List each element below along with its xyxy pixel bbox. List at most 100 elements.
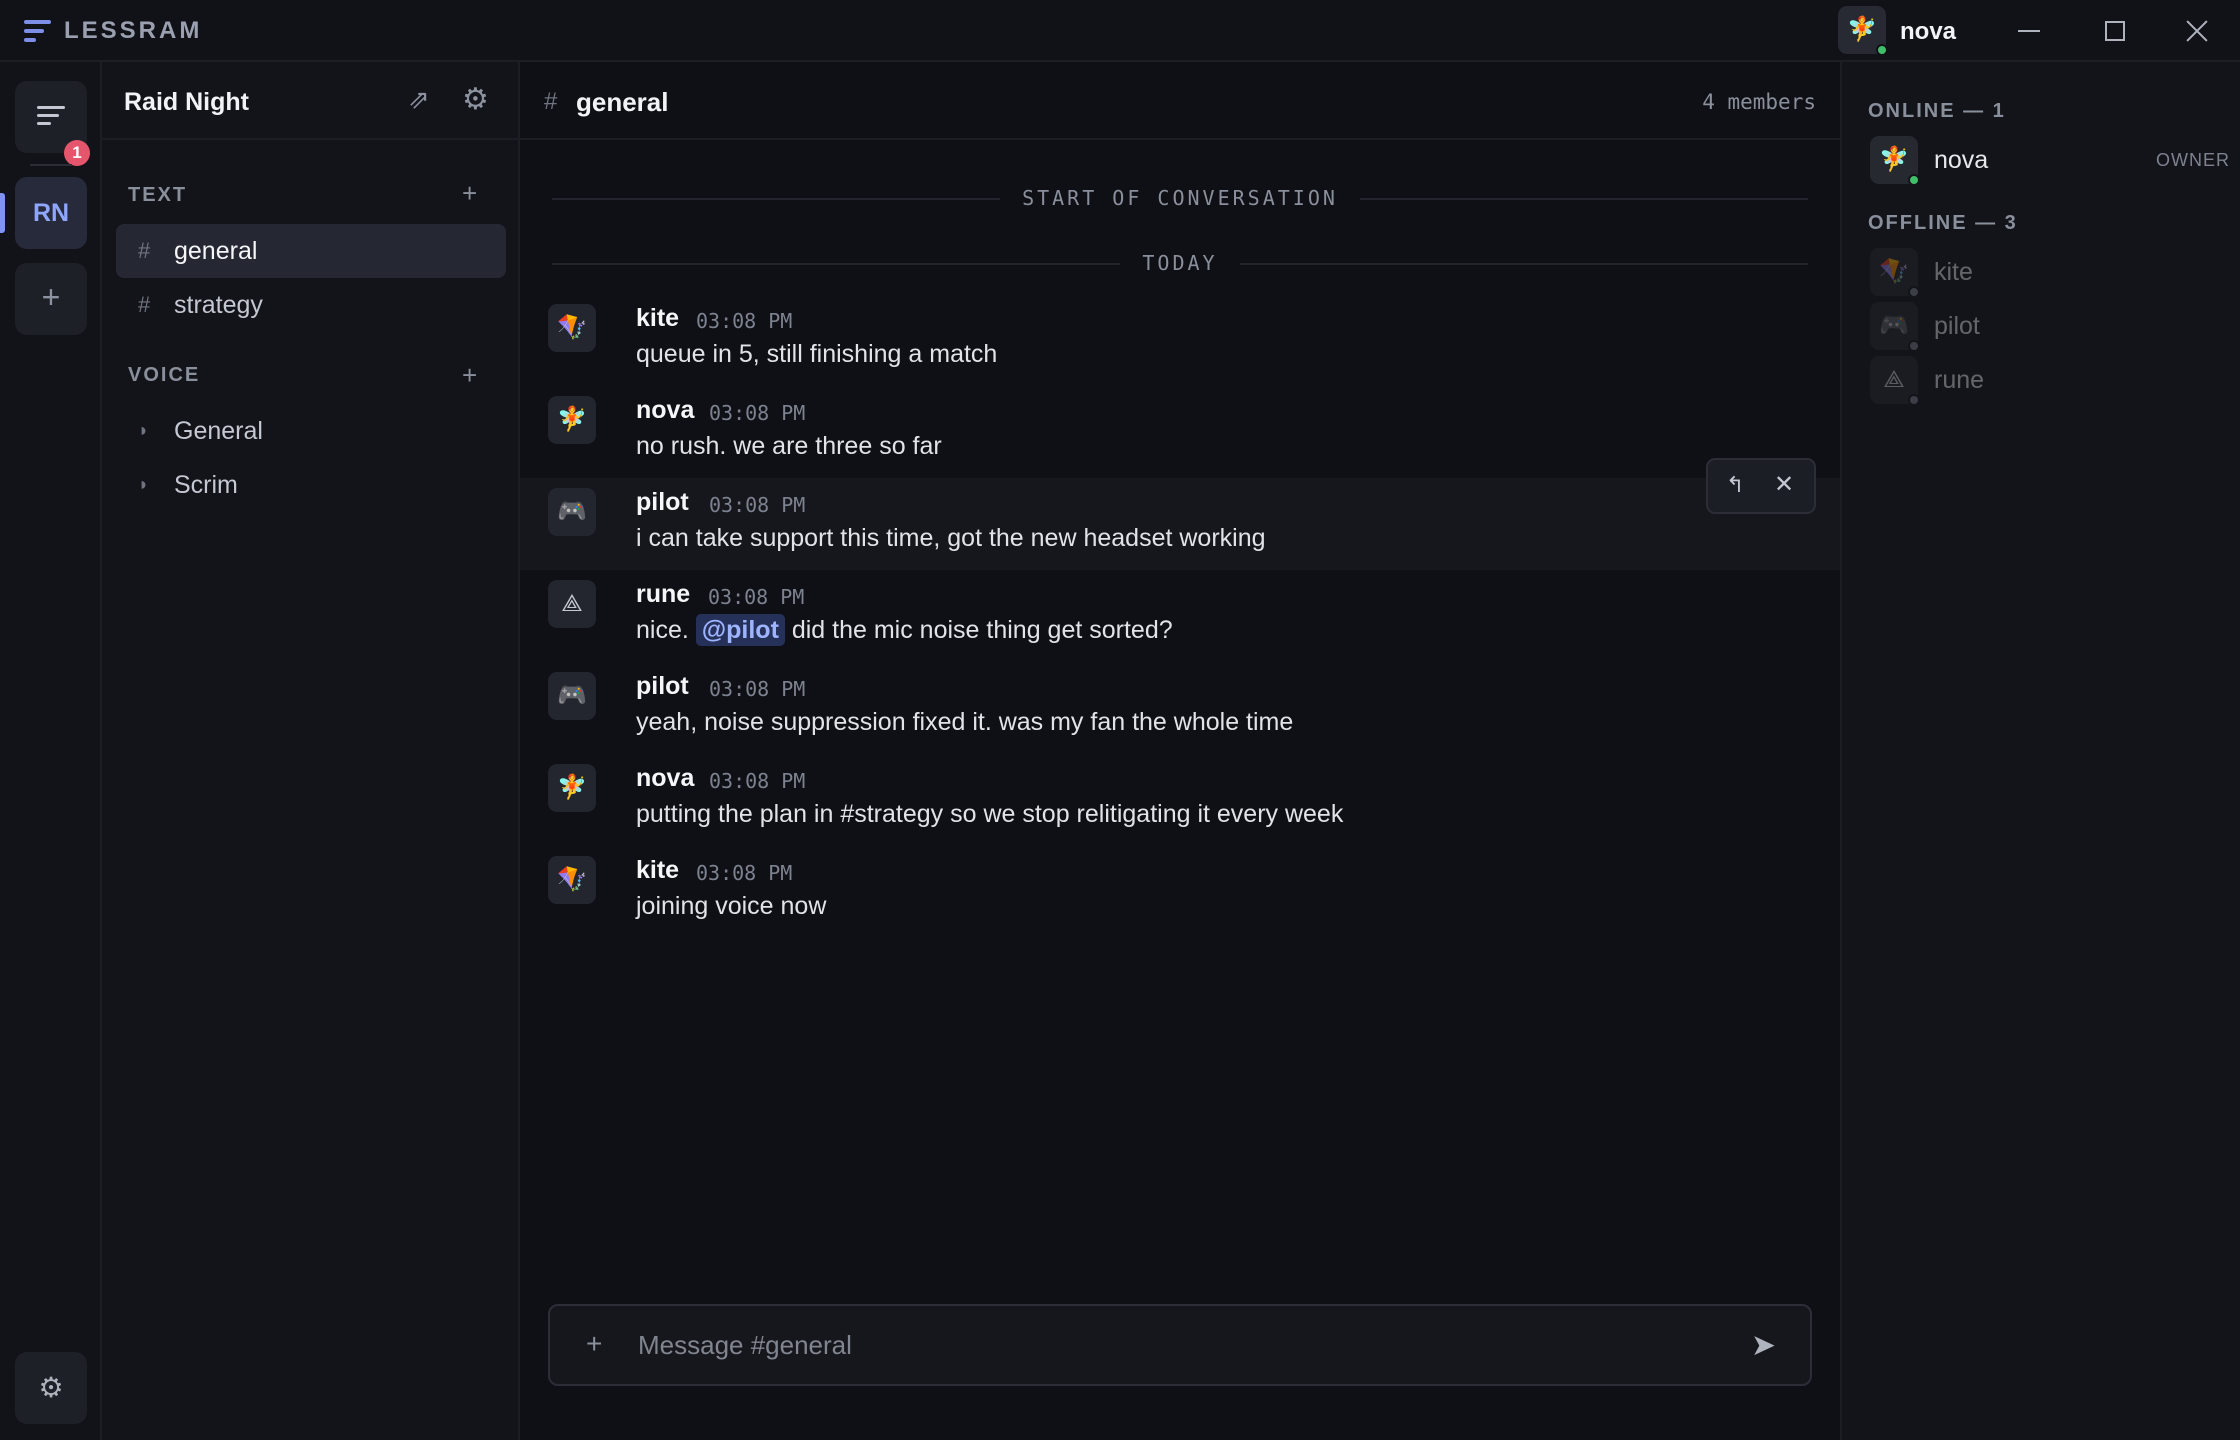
user-settings-button[interactable]: ⚙ — [15, 1352, 87, 1424]
notification-badge: 1 — [64, 140, 90, 166]
text-category-label[interactable]: TEXT — [128, 184, 187, 207]
chat-area: # general 4 members START OF CONVERSATIO… — [520, 62, 1840, 1440]
member-item-nova[interactable]: 🧚 nova OWNER — [1870, 136, 2230, 186]
message-author[interactable]: nova — [636, 396, 694, 425]
channel-name: Scrim — [174, 471, 238, 499]
member-name: pilot — [1934, 312, 1980, 340]
member-item-kite[interactable]: 🪁 kite — [1870, 248, 2230, 298]
title-bar: LESSRAM 🧚 nova — [0, 0, 2240, 62]
message-text: queue in 5, still finishing a match — [636, 340, 998, 368]
channel-name: general — [174, 237, 258, 265]
message-timestamp: 03:08 PM — [708, 585, 805, 609]
message-author[interactable]: pilot — [636, 672, 689, 701]
date-divider: TODAY — [520, 251, 1840, 275]
channel-header: # general 4 members — [520, 62, 1840, 140]
app-logo-icon — [24, 20, 51, 42]
maximize-button[interactable] — [2088, 8, 2142, 54]
member-item-pilot[interactable]: 🎮 pilot — [1870, 302, 2230, 352]
channel-name: strategy — [174, 291, 263, 319]
message-timestamp: 03:08 PM — [709, 493, 806, 517]
add-server-button[interactable]: + — [15, 263, 87, 335]
message-item[interactable]: 🧚 nova 03:08 PM no rush. we are three so… — [520, 386, 1840, 478]
message-author[interactable]: kite — [636, 304, 679, 333]
nova-avatar[interactable]: 🧚 — [548, 396, 596, 444]
message-author[interactable]: pilot — [636, 488, 689, 517]
close-window-button[interactable] — [2170, 8, 2224, 54]
message-timestamp: 03:08 PM — [709, 401, 806, 425]
offline-status-dot — [1908, 340, 1920, 352]
pilot-avatar[interactable]: 🎮 — [548, 488, 596, 536]
offline-status-dot — [1908, 394, 1920, 406]
message-text: no rush. we are three so far — [636, 432, 942, 460]
server-button-raid-night[interactable]: RN — [15, 177, 87, 249]
message-item[interactable]: ⟁ rune 03:08 PM nice. @pilot did the mic… — [520, 570, 1840, 662]
close-icon[interactable]: ✕ — [1774, 470, 1794, 499]
divider — [102, 138, 520, 140]
message-text: i can take support this time, got the ne… — [636, 524, 1266, 552]
invite-button[interactable]: ⇗ — [408, 84, 430, 115]
message-text: joining voice now — [636, 892, 827, 920]
voice-icon: ◗ — [138, 420, 149, 440]
message-timestamp: 03:08 PM — [696, 861, 793, 885]
message-item[interactable]: 🪁 kite 03:08 PM queue in 5, still finish… — [520, 294, 1840, 386]
current-user-name[interactable]: nova — [1900, 18, 1956, 46]
offline-status-dot — [1908, 286, 1920, 298]
server-rail: 1 RN + ⚙ — [0, 62, 102, 1440]
reply-icon[interactable]: ↰ — [1726, 472, 1744, 498]
online-status-dot — [1876, 44, 1888, 56]
message-item[interactable]: 🎮 pilot 03:08 PM yeah, noise suppression… — [520, 662, 1840, 754]
message-item-hovered[interactable]: 🎮 pilot 03:08 PM i can take support this… — [520, 478, 1840, 570]
kite-avatar[interactable]: 🪁 — [548, 856, 596, 904]
member-name: kite — [1934, 258, 1973, 286]
hash-icon: # — [544, 88, 558, 115]
voice-icon: ◗ — [138, 474, 149, 494]
minimize-button[interactable] — [2002, 8, 2056, 54]
message-timestamp: 03:08 PM — [696, 309, 793, 333]
online-status-dot — [1908, 174, 1920, 186]
send-icon[interactable]: ➤ — [1751, 1328, 1776, 1363]
user-mention[interactable]: @pilot — [695, 614, 785, 646]
role-badge: OWNER — [2156, 150, 2230, 170]
message-text: yeah, noise suppression fixed it. was my… — [636, 708, 1294, 736]
member-list: ONLINE — 1 🧚 nova OWNER OFFLINE — 3 🪁 ki… — [1840, 62, 2240, 1440]
server-name[interactable]: Raid Night — [124, 88, 249, 117]
add-text-channel-button[interactable]: + — [462, 178, 477, 209]
message-author[interactable]: rune — [636, 580, 690, 609]
attach-button[interactable]: + — [586, 1328, 602, 1360]
kite-avatar[interactable]: 🪁 — [548, 304, 596, 352]
divider-label: TODAY — [1120, 251, 1240, 275]
member-item-rune[interactable]: ⟁ rune — [1870, 356, 2230, 406]
rail-divider — [30, 164, 72, 166]
channel-title: general — [576, 87, 669, 117]
message-text-part: did the mic noise thing get sorted? — [784, 616, 1173, 644]
message-item[interactable]: 🧚 nova 03:08 PM putting the plan in #str… — [520, 754, 1840, 846]
online-section-label: ONLINE — 1 — [1868, 100, 2006, 122]
channel-sidebar: Raid Night ⇗ ⚙ TEXT + # general # strate… — [102, 62, 520, 1440]
message-author[interactable]: kite — [636, 856, 679, 885]
rune-avatar[interactable]: ⟁ — [548, 580, 596, 628]
message-author[interactable]: nova — [636, 764, 694, 793]
message-item[interactable]: 🪁 kite 03:08 PM joining voice now — [520, 846, 1840, 938]
add-voice-channel-button[interactable]: + — [462, 360, 477, 391]
gear-icon: ⚙ — [462, 83, 489, 116]
channel-name: General — [174, 417, 263, 445]
message-timestamp: 03:08 PM — [709, 677, 806, 701]
voice-channel-scrim[interactable]: ◗ Scrim — [116, 458, 506, 512]
message-actions-toolbar: ↰ ✕ — [1706, 458, 1816, 514]
channel-item-strategy[interactable]: # strategy — [116, 278, 506, 332]
voice-category-label[interactable]: VOICE — [128, 364, 200, 387]
hash-icon: # — [138, 238, 151, 263]
channel-item-general[interactable]: # general — [116, 224, 506, 278]
member-count[interactable]: 4 members — [1702, 90, 1816, 114]
pilot-avatar[interactable]: 🎮 — [548, 672, 596, 720]
message-timestamp: 03:08 PM — [709, 769, 806, 793]
invite-arrow-icon: ⇗ — [408, 84, 430, 114]
nova-avatar[interactable]: 🧚 — [548, 764, 596, 812]
member-name: rune — [1934, 366, 1985, 394]
voice-channel-general[interactable]: ◗ General — [116, 404, 506, 458]
current-user-avatar[interactable]: 🧚 — [1838, 6, 1888, 56]
server-settings-button[interactable]: ⚙ — [462, 82, 489, 117]
message-input[interactable] — [638, 1322, 1718, 1368]
app-name: LESSRAM — [64, 17, 203, 44]
message-text-part: nice. — [636, 616, 696, 644]
